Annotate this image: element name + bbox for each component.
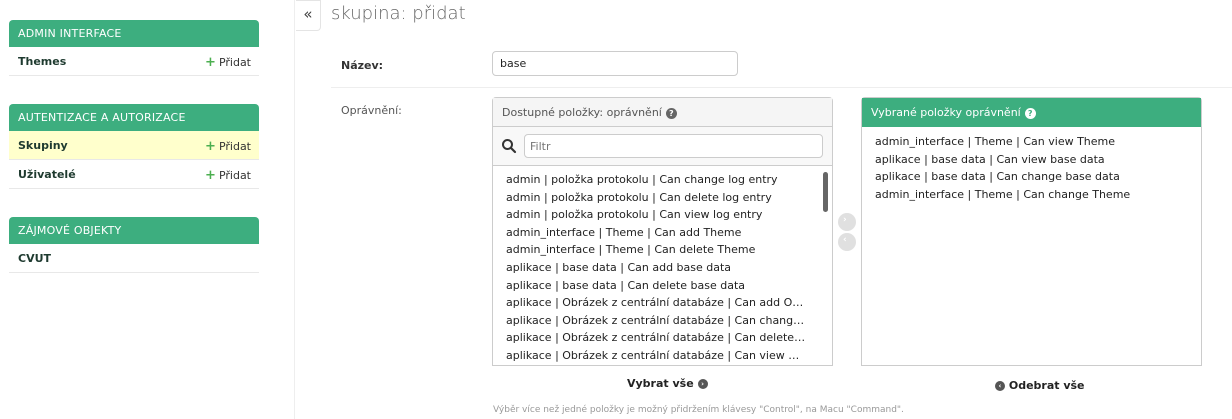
available-permissions-box: Dostupné položky: oprávnění? admin | pol… [492, 97, 833, 366]
list-item[interactable]: admin_interface | Theme | Can delete The… [493, 241, 832, 259]
available-title: Dostupné položky: oprávnění? [493, 98, 832, 127]
module-header[interactable]: AUTENTIZACE A AUTORIZACE [9, 104, 259, 131]
sidebar-item-cvut: CVUT [9, 244, 259, 273]
name-form-row [331, 31, 1232, 88]
module-zajmove-objekty: ZÁJMOVÉ OBJEKTY CVUT [9, 217, 259, 273]
sidebar-link-uzivatele[interactable]: Uživatelé [18, 168, 76, 181]
sidebar-item-themes: Themes + Přidat [9, 47, 259, 76]
add-uzivatele-link[interactable]: + Přidat [205, 168, 251, 183]
arrow-right-icon: › [697, 379, 708, 389]
add-selected-button[interactable]: › [838, 213, 856, 231]
list-item[interactable]: admin | položka protokolu | Can change l… [493, 171, 832, 189]
list-item[interactable]: aplikace | Obrázek z centrální databáze … [493, 329, 832, 347]
page-title: skupina: přidat [331, 3, 466, 24]
list-item[interactable]: aplikace | Obrázek z centrální databáze … [493, 347, 832, 365]
list-item[interactable]: admin | položka protokolu | Can delete l… [493, 189, 832, 207]
chosen-permissions-box: Vybrané položky oprávnění? admin_interfa… [861, 97, 1202, 366]
list-item[interactable]: aplikace | base data | Can delete base d… [493, 277, 832, 295]
module-header[interactable]: ZÁJMOVÉ OBJEKTY [9, 217, 259, 244]
module-auth: AUTENTIZACE A AUTORIZACE Skupiny + Přidat… [9, 104, 259, 189]
module-header[interactable]: ADMIN INTERFACE [9, 20, 259, 47]
search-icon [502, 139, 517, 154]
clear-all-link[interactable]: ‹ Odebrat vše [995, 379, 1085, 392]
add-skupiny-link[interactable]: + Přidat [205, 139, 251, 154]
list-item[interactable]: admin | položka protokolu | Can view log… [493, 206, 832, 224]
available-title-text: Dostupné položky: oprávnění [502, 106, 662, 119]
filter-bar [493, 127, 832, 166]
plus-icon: + [205, 139, 216, 154]
arrow-left-icon: ‹ [995, 381, 1005, 391]
clear-all-label: Odebrat vše [1008, 379, 1085, 392]
module-admin-interface: ADMIN INTERFACE Themes + Přidat [9, 20, 259, 76]
collapse-sidebar-button[interactable]: « [296, 0, 321, 31]
arrow-left-icon: ‹ [843, 235, 847, 245]
help-text: Výběr více než jedné položky je možný př… [493, 405, 904, 415]
help-icon[interactable]: ? [665, 107, 677, 119]
add-label: Přidat [218, 140, 251, 153]
list-item[interactable]: admin_interface | Theme | Can add Theme [493, 224, 832, 242]
list-item[interactable]: aplikace | base data | Can change base d… [862, 168, 1156, 186]
chosen-list[interactable]: admin_interface | Theme | Can view Theme… [862, 98, 1156, 203]
add-label: Přidat [218, 169, 251, 182]
list-item[interactable]: aplikace | Obrázek z centrální databáze … [493, 312, 832, 330]
choose-all-label: Vybrat vše [627, 377, 694, 390]
list-item[interactable]: admin_interface | Theme | Can view Theme [862, 133, 1156, 151]
filter-input[interactable] [524, 134, 823, 158]
plus-icon: + [205, 55, 216, 70]
add-label: Přidat [218, 56, 251, 69]
name-label: Název: [341, 59, 384, 72]
list-item[interactable]: aplikace | base data | Can view base dat… [862, 151, 1156, 169]
sidebar-link-themes[interactable]: Themes [18, 55, 66, 68]
sidebar: ADMIN INTERFACE Themes + Přidat AUTENTIZA… [0, 0, 295, 419]
scrollbar[interactable] [823, 172, 828, 212]
list-item[interactable]: admin_interface | Theme | Can change The… [862, 186, 1156, 204]
name-input[interactable] [492, 51, 738, 76]
remove-selected-button[interactable]: ‹ [838, 233, 856, 251]
list-item[interactable]: aplikace | base data | Can add base data [493, 259, 832, 277]
sidebar-item-skupiny: Skupiny + Přidat [9, 131, 259, 160]
permissions-label: Oprávnění: [341, 104, 402, 117]
add-themes-link[interactable]: + Přidat [205, 55, 251, 70]
plus-icon: + [205, 168, 216, 183]
list-item[interactable]: aplikace | Obrázek z centrální databáze … [493, 294, 832, 312]
arrow-right-icon: › [843, 215, 847, 225]
sidebar-item-uzivatele: Uživatelé + Přidat [9, 160, 259, 189]
sidebar-link-cvut[interactable]: CVUT [18, 252, 51, 265]
sidebar-link-skupiny[interactable]: Skupiny [18, 139, 68, 152]
available-list[interactable]: admin | položka protokolu | Can change l… [493, 166, 832, 365]
choose-all-link[interactable]: Vybrat vše › [627, 377, 708, 390]
